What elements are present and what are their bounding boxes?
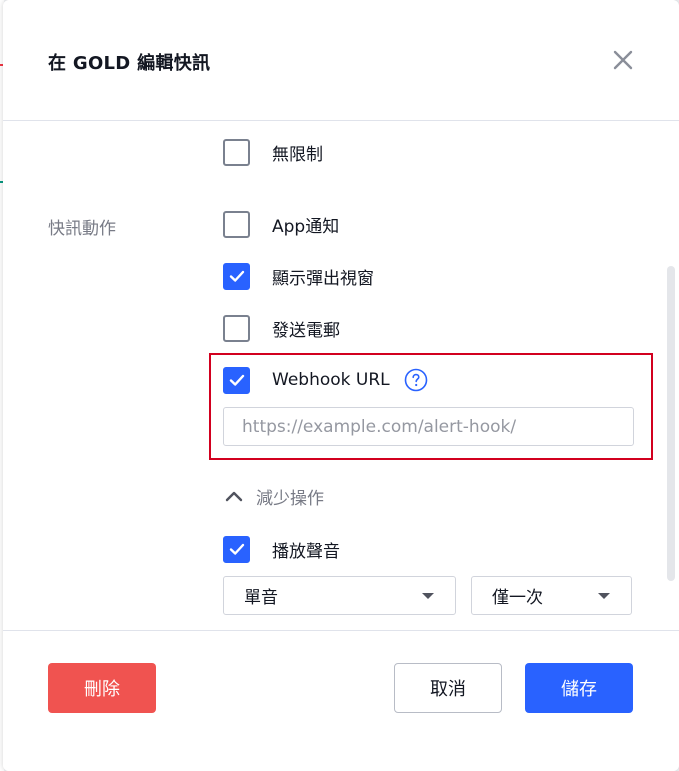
- sound-type-select[interactable]: 單音: [223, 576, 456, 615]
- dialog-body: 無限制 快訊動作 App通知 顯示彈出視窗 發送電郵 Webhook URL h…: [3, 121, 679, 630]
- caret-down-icon: [598, 592, 610, 599]
- app-notify-checkbox[interactable]: [223, 210, 250, 238]
- webhook-checkbox-row[interactable]: Webhook URL: [223, 366, 428, 394]
- no-limit-checkbox-row[interactable]: 無限制: [223, 138, 323, 166]
- body-scrollbar[interactable]: [667, 266, 675, 581]
- sound-type-value: 單音: [244, 588, 278, 608]
- check-icon: [229, 374, 244, 386]
- app-notify-checkbox-row[interactable]: App通知: [223, 210, 339, 238]
- play-sound-checkbox[interactable]: [223, 535, 250, 563]
- no-limit-label: 無限制: [272, 144, 323, 165]
- help-circle-icon[interactable]: [404, 368, 428, 392]
- play-sound-checkbox-row[interactable]: 播放聲音: [223, 535, 340, 563]
- check-icon: [229, 270, 244, 282]
- collapse-actions-label: 減少操作: [256, 488, 324, 509]
- check-icon: [229, 543, 244, 555]
- collapse-actions-toggle[interactable]: 減少操作: [223, 483, 324, 509]
- show-popup-label: 顯示彈出視窗: [272, 268, 374, 289]
- no-limit-checkbox[interactable]: [223, 138, 250, 166]
- send-email-checkbox-row[interactable]: 發送電郵: [223, 314, 340, 342]
- dialog-header: 在 GOLD 編輯快訊: [3, 0, 679, 121]
- webhook-checkbox[interactable]: [223, 366, 250, 394]
- close-icon: [613, 50, 633, 70]
- dialog-title: 在 GOLD 編輯快訊: [48, 53, 211, 74]
- webhook-label: Webhook URL: [272, 370, 390, 390]
- send-email-checkbox[interactable]: [223, 314, 250, 342]
- edit-alert-dialog: 在 GOLD 編輯快訊 無限制 快訊動作 App通知 顯示彈出視窗 發送電郵 W…: [3, 0, 679, 771]
- section-label-alert-actions: 快訊動作: [48, 219, 116, 239]
- webhook-url-input[interactable]: [223, 407, 634, 446]
- close-button[interactable]: [609, 46, 637, 74]
- cancel-button[interactable]: 取消: [394, 663, 502, 713]
- dialog-footer: 刪除 取消 儲存: [3, 630, 679, 771]
- app-notify-label: App通知: [272, 216, 340, 237]
- play-sound-label: 播放聲音: [272, 541, 340, 562]
- delete-button[interactable]: 刪除: [48, 663, 156, 713]
- sound-repeat-value: 僅一次: [492, 588, 543, 608]
- show-popup-checkbox-row[interactable]: 顯示彈出視窗: [223, 262, 374, 290]
- caret-down-icon: [422, 592, 434, 599]
- sound-repeat-select[interactable]: 僅一次: [471, 576, 632, 615]
- show-popup-checkbox[interactable]: [223, 262, 250, 290]
- save-button[interactable]: 儲存: [525, 663, 633, 713]
- chevron-up-icon: [225, 491, 243, 502]
- send-email-label: 發送電郵: [272, 320, 340, 341]
